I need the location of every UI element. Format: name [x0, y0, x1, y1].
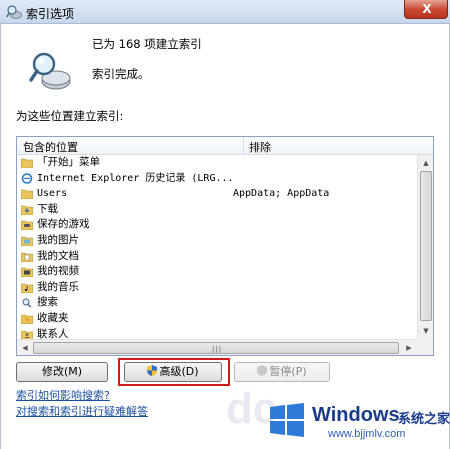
- list-item[interactable]: 我的文档: [17, 249, 417, 265]
- column-divider[interactable]: [243, 137, 244, 155]
- pause-button[interactable]: 暂停(P): [234, 362, 330, 382]
- horizontal-scrollbar[interactable]: ◀ ||| ▶: [17, 339, 417, 355]
- close-icon: X: [422, 2, 432, 16]
- horizontal-scroll-thumb[interactable]: |||: [33, 342, 399, 354]
- column-header-included[interactable]: 包含的位置: [23, 139, 223, 155]
- list-header: 包含的位置 排除: [17, 137, 433, 155]
- videos-folder-icon: [21, 267, 33, 278]
- advanced-button[interactable]: 高级(D): [124, 362, 222, 382]
- close-button[interactable]: X: [404, 0, 448, 19]
- vertical-scroll-thumb[interactable]: [420, 171, 432, 321]
- vertical-scrollbar[interactable]: ▲ ▼: [417, 155, 433, 339]
- list-item[interactable]: 收藏夹: [17, 311, 417, 327]
- ie-icon: [21, 172, 33, 184]
- scroll-down-icon[interactable]: ▼: [418, 323, 433, 339]
- scroll-left-icon[interactable]: ◀: [17, 340, 33, 355]
- pictures-folder-icon: [21, 236, 33, 246]
- music-folder-icon: [21, 283, 33, 293]
- modify-button-label: 修改(M): [41, 365, 83, 378]
- list-item[interactable]: 保存的游戏: [17, 217, 417, 233]
- location-name: 搜索: [37, 296, 58, 309]
- window-title: 索引选项: [26, 7, 75, 21]
- windows-logo-icon: [270, 403, 304, 437]
- watermark-url: www.bjjmlv.com: [328, 428, 406, 440]
- shield-icon: [257, 365, 268, 376]
- list-rows: 「开始」菜单 Internet Explorer 历史记录 (LRG... Us…: [17, 155, 417, 342]
- list-item[interactable]: 下载: [17, 202, 417, 218]
- location-name: 我的图片: [37, 233, 79, 246]
- indexed-count-text: 已为 168 项建立索引: [92, 37, 202, 51]
- indexing-icon: [6, 5, 22, 19]
- modify-button[interactable]: 修改(M): [16, 362, 108, 382]
- list-item[interactable]: Internet Explorer 历史记录 (LRG...: [17, 171, 417, 187]
- list-item[interactable]: 我的图片: [17, 233, 417, 249]
- index-status-text: 索引完成。: [92, 67, 150, 81]
- list-item[interactable]: Users AppData; AppData: [17, 186, 417, 202]
- column-header-exclude[interactable]: 排除: [249, 139, 271, 155]
- shield-icon: [147, 365, 158, 376]
- contacts-folder-icon: [21, 330, 33, 340]
- list-item[interactable]: 「开始」菜单: [17, 155, 417, 171]
- locations-list[interactable]: 包含的位置 排除 「开始」菜单 Internet Explorer 历史记录 (…: [16, 136, 434, 356]
- search-folder-icon: [22, 298, 32, 308]
- how-index-affects-search-link[interactable]: 索引如何影响搜索?: [16, 387, 110, 403]
- location-name: 我的音乐: [37, 280, 79, 293]
- list-item[interactable]: 搜索: [17, 295, 417, 311]
- list-item[interactable]: 我的音乐: [17, 280, 417, 296]
- games-folder-icon: [21, 221, 33, 231]
- favorites-folder-icon: [21, 314, 33, 324]
- folder-icon: [21, 189, 33, 200]
- location-name: 下载: [37, 202, 58, 215]
- watermark-brand: Windows: [312, 404, 400, 426]
- location-name: 「开始」菜单: [37, 156, 100, 168]
- location-name: Internet Explorer 历史记录 (LRG...: [37, 172, 234, 184]
- location-exclude: AppData; AppData: [233, 188, 330, 200]
- advanced-button-label: 高级(D): [159, 365, 199, 378]
- documents-folder-icon: [21, 252, 33, 262]
- folder-icon: [21, 158, 33, 168]
- troubleshoot-link[interactable]: 对搜索和索引进行疑难解答: [16, 403, 148, 419]
- title-bar: 索引选项 X: [0, 0, 450, 24]
- location-name: 我的视频: [37, 265, 79, 278]
- locations-label: 为这些位置建立索引:: [16, 109, 124, 123]
- download-folder-icon: [21, 205, 33, 215]
- location-name: 收藏夹: [37, 311, 69, 324]
- watermark-brand-cn: 系统之家: [398, 412, 450, 427]
- list-item[interactable]: 我的视频: [17, 264, 417, 280]
- indexing-magnifier-icon: [29, 52, 71, 90]
- scrollbar-corner: [417, 339, 433, 355]
- grip-icon: |||: [212, 345, 223, 353]
- location-name: 保存的游戏: [37, 218, 90, 231]
- scroll-right-icon[interactable]: ▶: [401, 340, 417, 355]
- pause-button-label: 暂停(P): [269, 365, 307, 378]
- location-name: 我的文档: [37, 249, 79, 262]
- location-name: Users: [37, 188, 68, 200]
- scroll-up-icon[interactable]: ▲: [418, 155, 433, 171]
